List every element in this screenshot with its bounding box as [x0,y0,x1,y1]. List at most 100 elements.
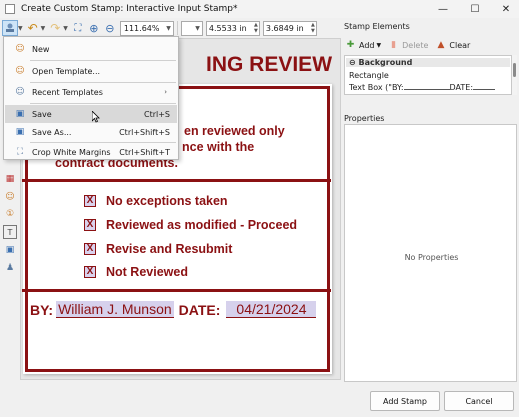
add-element-icon: ✚ [346,40,355,50]
checkbox-field[interactable]: X [84,243,96,255]
calendar-tool-icon[interactable]: ▦ [3,172,17,186]
stamp-divider [22,289,331,292]
zoom-out-icon: ⊖ [105,21,115,35]
file-menu-button[interactable] [2,20,18,36]
clear-icon: ▲ [437,40,445,50]
chevron-down-icon[interactable]: ▼ [18,25,23,32]
number-tool-icon[interactable]: ① [3,207,17,221]
menu-item-save-as[interactable]: ▣ Save As... Ctrl+Shift+S [5,123,177,141]
cancel-button[interactable]: Cancel [444,391,514,411]
maximize-button[interactable]: ☐ [460,0,490,18]
signature-row: BY: William J. Munson DATE: 04/21/2024 [30,301,317,318]
zoom-value: 111.64% [123,23,160,33]
spinner-icon[interactable]: ▲ ▼ [254,22,258,34]
save-icon: ▣ [15,109,25,119]
fit-page-button[interactable]: ⛶ [70,20,86,36]
clear-label: Clear [449,40,471,50]
window-title: Create Custom Stamp: Interactive Input S… [21,4,238,14]
file-dropdown-menu: ☺ New ☺ Open Template... ☺ Recent Templa… [3,36,179,160]
list-item-label: Text Box ("BY: [349,83,404,92]
height-value: 3.6849 in [265,23,304,33]
chevron-down-icon: ▼ [195,24,200,32]
menu-item-label: Save [32,109,52,119]
check-label: Revise and Resubmit [106,242,233,256]
add-label: Add [359,40,375,50]
checkbox-field[interactable]: X [84,219,96,231]
menu-separator [30,103,176,104]
fit-page-icon: ⛶ [74,22,82,34]
recent-templates-icon: ☺ [15,87,25,97]
right-panel: Stamp Elements ✚ Add ▼ ▮ Delete ▲ Clear … [342,18,519,386]
crop-icon: ⛶ [16,147,24,157]
check-row: X No exceptions taken [84,194,228,208]
menu-item-shortcut: Ctrl+S [143,109,170,119]
menu-item-crop-white-margins[interactable]: ⛶ Crop White Margins Ctrl+Shift+T [5,143,177,161]
list-item-label: Background [358,58,413,67]
people-tool-icon[interactable]: ☺ [3,190,17,204]
check-label: No exceptions taken [106,194,228,208]
stamp-subtitle-line-1: en reviewed only [184,124,285,138]
redo-button[interactable]: ↷ [47,20,63,36]
check-row: X Not Reviewed [84,265,188,279]
minimize-button[interactable]: — [428,0,458,18]
stamp-elements-toolbar: ✚ Add ▼ ▮ Delete ▲ Clear [344,36,517,54]
list-item[interactable]: ⊖ Background [346,58,510,67]
zoom-in-button[interactable]: ⊕ [86,20,102,36]
scrollbar-thumb[interactable] [513,63,516,77]
main-toolbar: ▼ ↶ ▼ ↷ ▼ ⛶ ⊕ ⊖ 111.64% ▼ ▼ 4.5533 in ▲ ▼… [0,18,341,38]
menu-item-open-template[interactable]: ☺ Open Template... [5,62,177,80]
menu-item-new[interactable]: ☺ New [5,40,177,58]
list-item[interactable]: Text Box ("BY: DATE: [349,83,496,92]
menu-item-shortcut: Ctrl+Shift+S [119,127,170,137]
stamp-subtitle-line-2: nce with the [182,140,255,154]
check-row: X Reviewed as modified - Proceed [84,218,297,232]
text-tool-icon[interactable]: T [3,225,17,239]
menu-item-label: New [32,44,50,54]
zoom-out-button[interactable]: ⊖ [102,20,118,36]
zoom-select[interactable]: 111.64% ▼ [119,20,174,36]
checkbox-field[interactable]: X [84,266,96,278]
chevron-down-icon[interactable]: ▼ [63,25,68,32]
save-as-icon: ▣ [15,127,25,137]
title-bar: Create Custom Stamp: Interactive Input S… [0,0,519,18]
image-tool-icon[interactable]: ▣ [3,243,17,257]
spinner-icon[interactable]: ▲ ▼ [311,22,315,34]
trash-icon: ▮ [391,40,397,50]
menu-item-recent-templates[interactable]: ☺ Recent Templates › [5,83,177,101]
chevron-down-icon: ▼ [166,24,171,32]
check-label: Reviewed as modified - Proceed [106,218,298,232]
app-icon [5,4,15,14]
date-label: DATE: [178,301,221,318]
menu-item-save[interactable]: ▣ Save Ctrl+S [5,105,177,123]
collapse-icon: ⊖ [349,58,359,67]
add-stamp-button[interactable]: Add Stamp [370,391,440,411]
date-input[interactable]: 04/21/2024 [226,301,317,318]
delete-element-button[interactable]: ▮ Delete [387,39,428,52]
toolbar-divider [176,21,178,35]
height-field[interactable]: 3.6849 in ▲ ▼ [262,20,317,36]
clear-elements-button[interactable]: ▲ Clear [434,39,470,52]
list-item-label: Rectangle [349,71,389,80]
chevron-down-icon[interactable]: ▼ [41,25,46,32]
stamp-divider [22,179,331,182]
close-button[interactable]: ✕ [491,0,519,18]
checkbox-field[interactable]: X [84,195,96,207]
stamp-tool-icon[interactable]: ♟ [3,261,17,275]
open-template-icon: ☺ [15,66,25,76]
stamp-elements-title: Stamp Elements [344,22,410,31]
width-field[interactable]: 4.5533 in ▲ ▼ [205,20,260,36]
mouse-cursor-icon [92,111,100,123]
width-value: 4.5533 in [208,23,247,33]
stamp-title: ING REVIEW [206,53,333,76]
stamp-elements-list[interactable]: ⊖ Background Rectangle Text Box ("BY: DAT… [344,55,512,95]
by-input[interactable]: William J. Munson [56,301,174,318]
list-item[interactable]: Rectangle [349,71,389,80]
menu-item-label: Recent Templates [32,87,103,97]
undo-button[interactable]: ↶ [25,20,41,36]
properties-title: Properties [344,114,385,123]
list-scrollbar[interactable] [512,55,517,95]
add-element-button[interactable]: ✚ Add ▼ [344,39,381,52]
undo-icon: ↶ [27,21,38,35]
by-label: BY: [30,301,54,318]
page-size-select[interactable]: ▼ [180,20,203,36]
